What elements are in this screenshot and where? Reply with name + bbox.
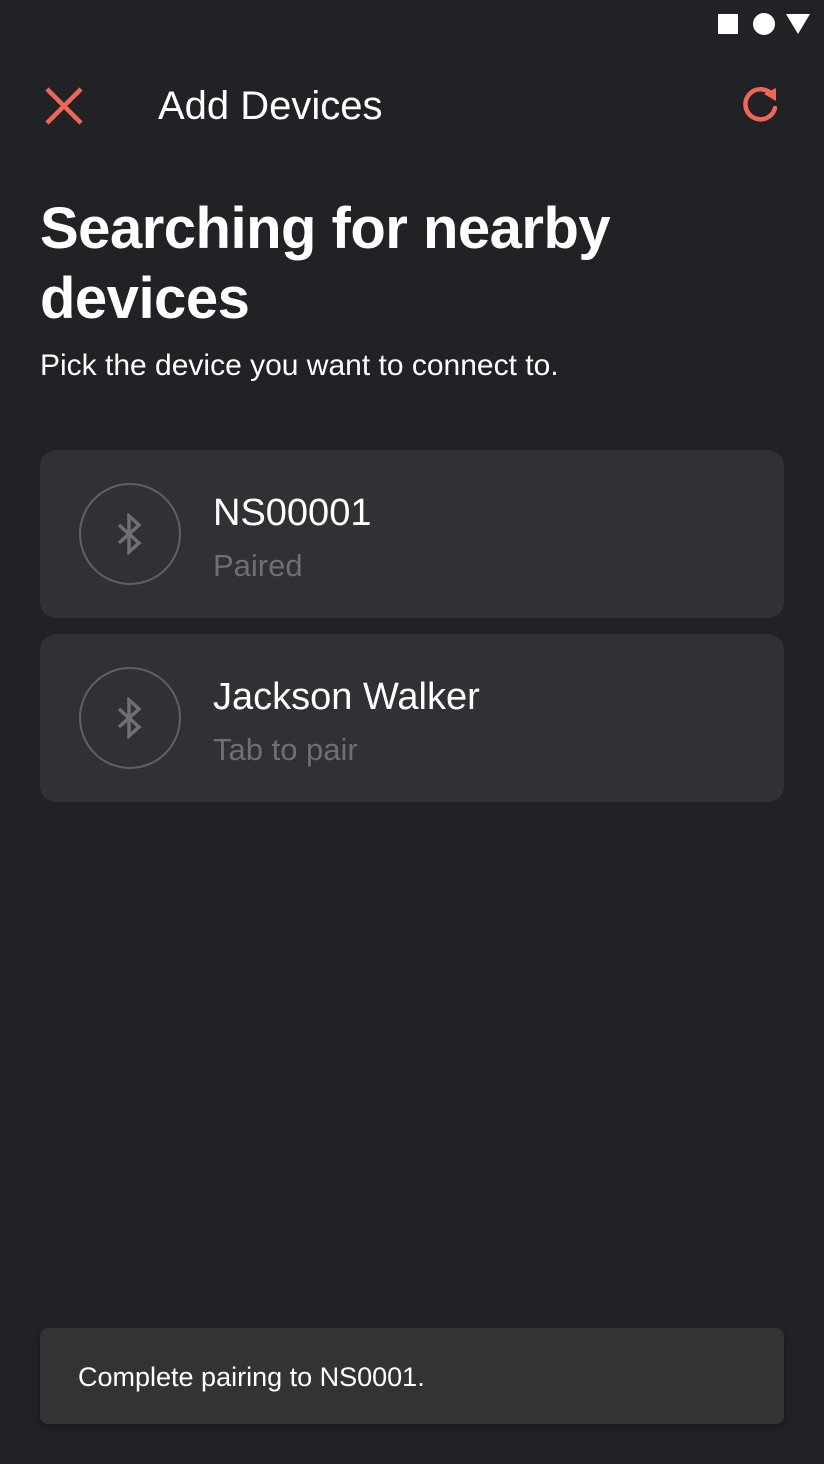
device-list: NS00001 Paired Jackson Walker Tab to pai…: [40, 450, 784, 818]
refresh-button[interactable]: [730, 76, 790, 136]
circle-icon: [753, 13, 775, 35]
device-item[interactable]: NS00001 Paired: [40, 450, 784, 618]
bluetooth-icon-circle: [79, 483, 181, 585]
triangle-icon: [786, 14, 810, 34]
bluetooth-icon: [117, 513, 142, 555]
status-bar: [0, 0, 824, 48]
page-title: Add Devices: [158, 84, 383, 128]
close-button[interactable]: [34, 76, 94, 136]
device-name: Jackson Walker: [213, 676, 480, 718]
square-icon: [718, 14, 738, 34]
bluetooth-icon: [117, 697, 142, 739]
device-item[interactable]: Jackson Walker Tab to pair: [40, 634, 784, 802]
device-status: Paired: [213, 548, 303, 583]
device-status: Tab to pair: [213, 732, 358, 767]
top-app-bar: Add Devices: [0, 68, 824, 148]
device-name: NS00001: [213, 492, 372, 534]
subheading: Pick the device you want to connect to.: [40, 349, 559, 382]
snackbar-message: Complete pairing to NS0001.: [78, 1362, 425, 1392]
refresh-icon: [743, 87, 778, 122]
bluetooth-icon-circle: [79, 667, 181, 769]
close-icon: [45, 87, 83, 125]
heading: Searching for nearby devices: [40, 196, 611, 331]
snackbar: Complete pairing to NS0001.: [40, 1328, 784, 1424]
